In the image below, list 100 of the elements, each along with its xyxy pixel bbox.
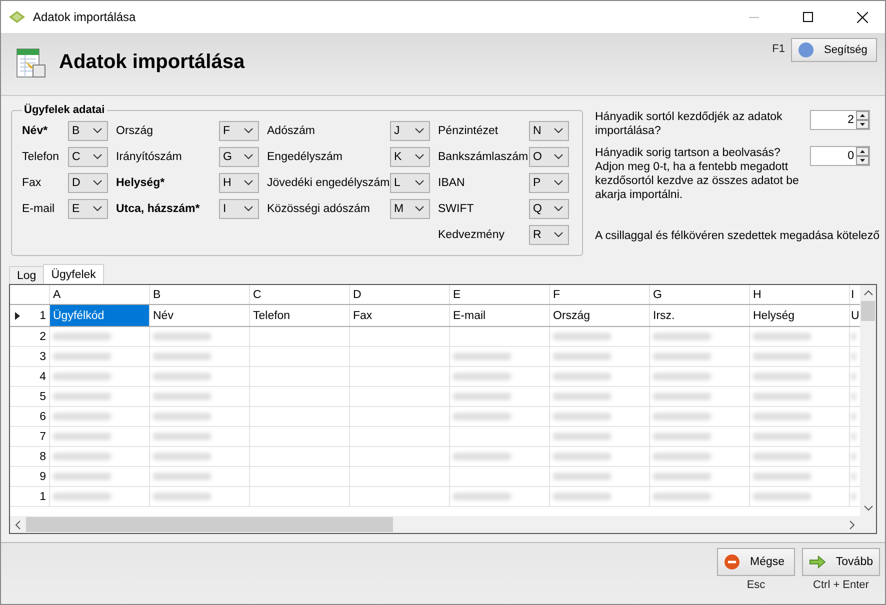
column-dropdown[interactable]: P xyxy=(529,172,569,192)
column-header: F xyxy=(550,285,650,304)
tab[interactable]: Log xyxy=(9,266,44,284)
column-dropdown[interactable]: B xyxy=(68,120,108,140)
dropdown-icon xyxy=(415,128,424,134)
horizontal-scrollbar[interactable] xyxy=(10,516,876,533)
dropdown-icon xyxy=(244,154,253,160)
group-title: Ügyfelek adatai xyxy=(23,104,106,116)
field-label: Név* xyxy=(22,124,48,136)
number-spinner[interactable]: 0 xyxy=(810,146,870,166)
field-label: SWIFT xyxy=(438,202,474,214)
row-number: 7 xyxy=(40,430,46,442)
field-label: Adószám xyxy=(267,124,315,136)
field-label: Bankszámlaszám xyxy=(438,150,528,162)
column-dropdown[interactable]: R xyxy=(529,224,569,244)
column-header: D xyxy=(350,285,450,304)
dropdown-icon xyxy=(554,232,563,238)
dropdown-icon xyxy=(415,180,424,186)
table-cell: Ügyfélkód xyxy=(50,305,150,326)
column-header: A xyxy=(50,285,150,304)
field-label: Ország xyxy=(116,124,154,136)
dropdown-icon xyxy=(415,154,424,160)
row-number: 3 xyxy=(40,350,46,362)
column-dropdown[interactable]: M xyxy=(390,198,430,218)
window-title: Adatok importálása xyxy=(33,10,137,24)
field-label: Pénzintézet xyxy=(438,124,498,136)
column-dropdown[interactable]: N xyxy=(529,120,569,140)
help-button[interactable]: Segítség xyxy=(791,38,877,62)
dropdown-icon xyxy=(93,154,102,160)
spinner-arrows-icon xyxy=(856,111,869,129)
column-header: H xyxy=(750,285,850,304)
minus-circle-icon xyxy=(724,554,740,570)
field-label: E-mail xyxy=(22,202,55,214)
row-number: 9 xyxy=(40,470,46,482)
field-label: Telefon xyxy=(22,150,60,162)
dropdown-icon xyxy=(244,206,253,212)
table-cell: Telefon xyxy=(250,305,350,326)
spinner-label: Hányadik sortól kezdődjék az adatok importálása? xyxy=(595,110,784,138)
field-label: Jövedéki engedélyszám xyxy=(267,176,390,188)
column-dropdown[interactable]: O xyxy=(529,146,569,166)
column-dropdown[interactable]: Q xyxy=(529,198,569,218)
scroll-down-icon xyxy=(864,505,872,511)
shortcut-label: Esc xyxy=(746,579,766,591)
close-icon xyxy=(856,12,868,22)
table-cell: Név xyxy=(150,305,250,326)
column-dropdown[interactable]: D xyxy=(68,172,108,192)
field-label: Fax xyxy=(22,176,42,188)
dropdown-icon xyxy=(554,180,563,186)
spinner-label: Hányadik sorig tartson a beolvasás? Adjon meg 0-t, ha a fentebb megadott kezdősortól kezdve az összes adatot be akarja importálni. xyxy=(595,146,800,202)
row-number: 5 xyxy=(40,390,46,402)
number-spinner[interactable]: 2 xyxy=(810,110,870,130)
column-dropdown[interactable]: F xyxy=(219,120,259,140)
dropdown-icon xyxy=(554,206,563,212)
table-cell: Irsz. xyxy=(650,305,750,326)
table-cell: E-mail xyxy=(450,305,550,326)
dropdown-icon xyxy=(93,206,102,212)
app-icon xyxy=(9,11,25,23)
table-cell: Helység xyxy=(750,305,850,326)
column-dropdown[interactable]: C xyxy=(68,146,108,166)
cancel-button[interactable]: Mégse xyxy=(717,548,795,576)
dropdown-icon xyxy=(93,180,102,186)
table-cell: Fax xyxy=(350,305,450,326)
column-dropdown[interactable]: J xyxy=(390,120,430,140)
row-number: 1 xyxy=(40,490,46,502)
arrow-right-icon xyxy=(809,555,826,569)
dropdown-icon xyxy=(93,128,102,134)
tab[interactable]: Ügyfelek xyxy=(43,264,104,284)
column-dropdown[interactable]: I xyxy=(219,198,259,218)
scrollbar-thumb[interactable] xyxy=(26,517,393,532)
column-dropdown[interactable]: L xyxy=(390,172,430,192)
next-button[interactable]: Tovább xyxy=(802,548,880,576)
dropdown-icon xyxy=(415,206,424,212)
field-label: Engedélyszám xyxy=(267,150,342,162)
table-cell-text: U xyxy=(850,308,860,324)
column-header: E xyxy=(450,285,550,304)
scrollbar-thumb[interactable] xyxy=(861,300,875,320)
row-number: 2 xyxy=(40,330,46,342)
row-number: 8 xyxy=(40,450,46,462)
column-dropdown[interactable]: H xyxy=(219,172,259,192)
maximize-icon xyxy=(803,12,813,22)
table-cell: Ország xyxy=(550,305,650,326)
field-label: Utca, házszám* xyxy=(116,202,200,214)
shortcut-label: F1 xyxy=(772,43,785,55)
column-dropdown[interactable]: K xyxy=(390,146,430,166)
row-number: 6 xyxy=(40,410,46,422)
column-dropdown[interactable]: G xyxy=(219,146,259,166)
field-label: Irányítószám xyxy=(116,150,182,162)
scroll-up-icon xyxy=(864,290,872,296)
column-header: C xyxy=(250,285,350,304)
column-dropdown[interactable]: E xyxy=(68,198,108,218)
spinner-arrows-icon xyxy=(856,147,869,165)
field-label: Közösségi adószám xyxy=(267,202,370,214)
row-number: 4 xyxy=(40,370,46,382)
vertical-scrollbar[interactable] xyxy=(860,285,876,516)
column-header: I xyxy=(850,288,856,302)
minimize-icon xyxy=(749,16,759,18)
dropdown-icon xyxy=(554,128,563,134)
dropdown-icon xyxy=(244,180,253,186)
required-note: A csillaggal és félkövéren szedettek megadása kötelező xyxy=(595,230,880,242)
shortcut-label: Ctrl + Enter xyxy=(813,579,869,591)
